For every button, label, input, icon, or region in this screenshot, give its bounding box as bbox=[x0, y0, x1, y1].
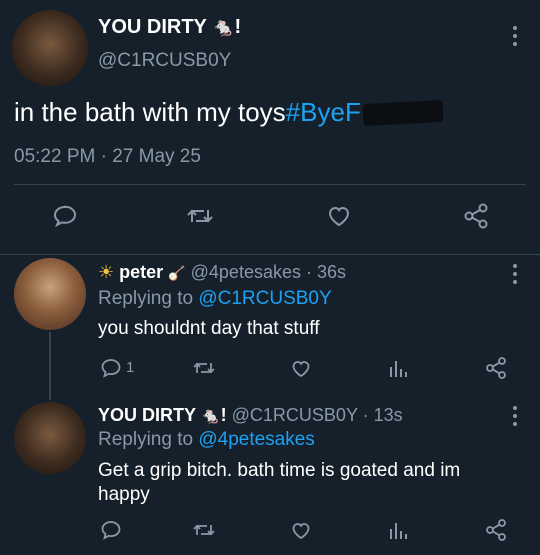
reply-header: YOU DIRTY 🐁! @C1RCUSB0Y · 13s bbox=[98, 405, 403, 425]
stats-icon[interactable] bbox=[388, 357, 408, 379]
share-icon[interactable] bbox=[484, 518, 508, 542]
more-options-icon[interactable] bbox=[508, 262, 522, 286]
display-name[interactable]: YOU DIRTY 🐁! bbox=[98, 16, 241, 39]
rat-emoji-icon: 🐁 bbox=[212, 17, 235, 37]
share-icon[interactable] bbox=[462, 202, 490, 230]
retweet-icon[interactable] bbox=[192, 358, 216, 378]
reply-count: 1 bbox=[126, 359, 135, 376]
like-icon[interactable] bbox=[290, 520, 312, 540]
more-options-icon[interactable] bbox=[508, 24, 522, 48]
reply-text: you shouldnt day that stuff bbox=[98, 318, 320, 339]
stats-icon[interactable] bbox=[388, 519, 408, 541]
reply-icon[interactable] bbox=[100, 520, 122, 540]
reply-icon[interactable] bbox=[100, 358, 122, 378]
thread-line bbox=[49, 332, 51, 400]
reply-header: ☀ peter 🪕 @4petesakes · 36s bbox=[98, 262, 347, 282]
rat-emoji-icon: 🐁 bbox=[200, 408, 221, 425]
user-handle[interactable]: @C1RCUSB0Y bbox=[232, 405, 358, 425]
avatar[interactable] bbox=[14, 402, 86, 474]
reply-time: 13s bbox=[373, 405, 403, 425]
display-name[interactable]: peter bbox=[119, 262, 163, 282]
like-icon[interactable] bbox=[290, 358, 312, 378]
retweet-icon[interactable] bbox=[192, 520, 216, 540]
more-options-icon[interactable] bbox=[508, 404, 522, 428]
redaction-scribble bbox=[362, 99, 444, 127]
tweet-text: in the bath with my toys#ByeF bbox=[14, 96, 444, 128]
display-name[interactable]: YOU DIRTY 🐁! bbox=[98, 405, 227, 425]
banjo-emoji-icon: 🪕 bbox=[168, 265, 186, 281]
share-icon[interactable] bbox=[484, 356, 508, 380]
avatar[interactable] bbox=[14, 258, 86, 330]
divider bbox=[0, 254, 540, 255]
mention-link[interactable]: @C1RCUSB0Y bbox=[198, 288, 331, 309]
avatar[interactable] bbox=[12, 10, 88, 86]
tweet-timestamp: 05:22 PM · 27 May 25 bbox=[14, 146, 201, 167]
replying-to: Replying to @C1RCUSB0Y bbox=[98, 288, 332, 309]
replying-to: Replying to @4petesakes bbox=[98, 429, 315, 450]
user-handle[interactable]: @4petesakes bbox=[191, 262, 301, 282]
like-icon[interactable] bbox=[326, 204, 352, 228]
reply-icon[interactable] bbox=[52, 204, 78, 228]
divider bbox=[14, 184, 526, 185]
hashtag-link[interactable]: #ByeF bbox=[286, 97, 361, 127]
user-handle[interactable]: @C1RCUSB0Y bbox=[98, 50, 231, 72]
reply-time: 36s bbox=[317, 262, 347, 282]
retweet-icon[interactable] bbox=[186, 204, 214, 228]
mention-link[interactable]: @4petesakes bbox=[198, 429, 314, 450]
reply-text: Get a grip bitch. bath time is goated an… bbox=[98, 460, 461, 505]
sun-emoji-icon: ☀ bbox=[98, 262, 115, 282]
